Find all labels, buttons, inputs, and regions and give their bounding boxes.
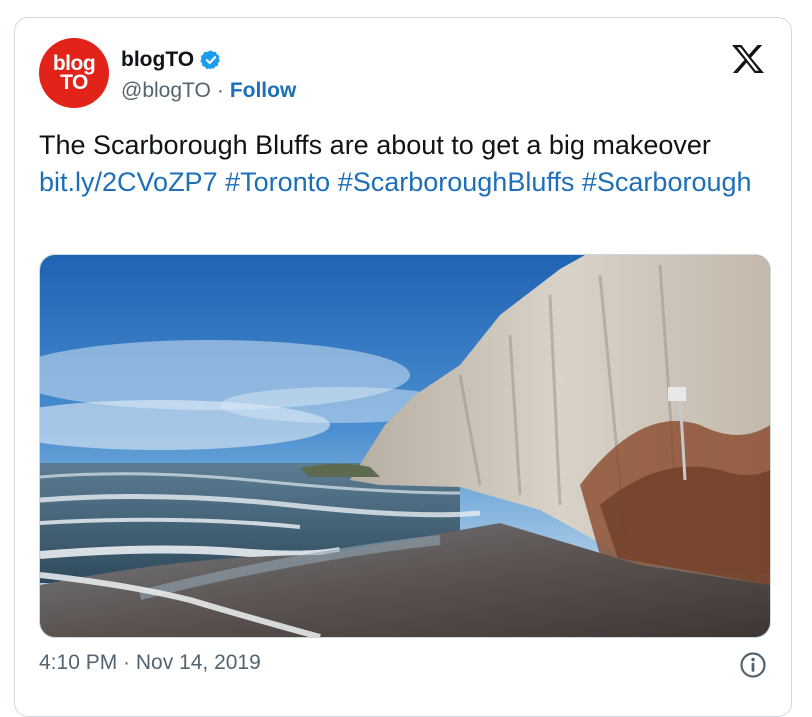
scarborough-bluffs-photo: [40, 255, 770, 637]
tweet-card: blog TO blogTO @blogTO · Follow The Scar…: [14, 17, 792, 717]
avatar-text-bottom: TO: [60, 71, 88, 94]
hashtag-toronto[interactable]: #Toronto: [225, 167, 330, 197]
author-name[interactable]: blogTO: [121, 48, 194, 72]
avatar[interactable]: blog TO: [39, 38, 109, 108]
tweet-timestamp[interactable]: 4:10 PM · Nov 14, 2019: [39, 651, 261, 675]
x-logo-icon[interactable]: [731, 44, 765, 74]
hashtag-scarboroughbluffs[interactable]: #ScarboroughBluffs: [338, 167, 575, 197]
separator-dot: ·: [216, 79, 224, 102]
info-icon[interactable]: [739, 651, 767, 679]
author-handle[interactable]: @blogTO: [121, 79, 211, 103]
author-handle-row: @blogTO · Follow: [121, 79, 296, 103]
author-name-row: blogTO: [121, 48, 222, 72]
follow-button[interactable]: Follow: [230, 79, 297, 103]
tweet-body: The Scarborough Bluffs are about to get …: [39, 130, 711, 160]
tweet-link[interactable]: bit.ly/2CVoZP7: [39, 167, 218, 197]
verified-badge-icon: [200, 50, 221, 70]
tweet-photo[interactable]: [39, 254, 771, 638]
tweet-text: The Scarborough Bluffs are about to get …: [39, 127, 779, 201]
hashtag-scarborough[interactable]: #Scarborough: [582, 167, 752, 197]
